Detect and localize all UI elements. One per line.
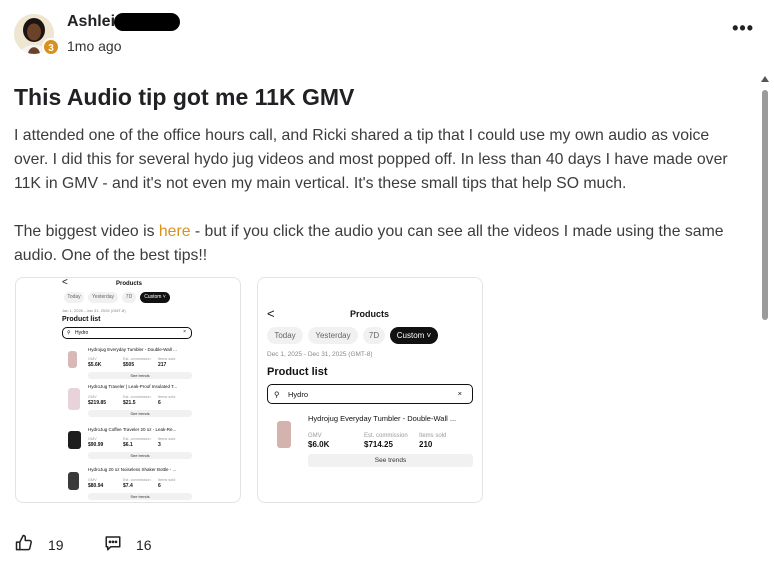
gmv-label: GMV (308, 433, 322, 439)
comment-button[interactable]: 16 (104, 534, 152, 556)
post-timestamp[interactable]: 1mo ago (67, 38, 121, 54)
product-name: HydroJug Coffee Traveler 20 oz - Leak-Re… (88, 427, 177, 432)
comment-count: 16 (136, 537, 152, 553)
clear-icon: × (183, 329, 186, 335)
gmv-label: GMV (88, 478, 97, 482)
see-trends-button: See trends (88, 452, 192, 459)
product-name: HydroJug 20 oz Noiseless Shaker Bottle -… (88, 467, 177, 472)
back-icon: < (267, 306, 275, 321)
attachment-image-1[interactable]: < Products Today Yesterday 7D Custom ˅ J… (15, 277, 241, 503)
commission-label: Est. commission (123, 437, 151, 441)
product-name: Hydrojug Everyday Tumbler - Double-Wall … (88, 347, 177, 352)
like-button[interactable]: 19 (14, 534, 64, 556)
chip-custom: Custom ˅ (390, 327, 438, 344)
gmv-value: $5.6K (88, 362, 102, 368)
commission-value: $7.4 (123, 483, 133, 489)
thumbs-up-icon (14, 533, 34, 558)
commission-value: $714.25 (364, 440, 393, 449)
product-image (68, 431, 81, 449)
see-trends-button: See trends (308, 454, 473, 467)
sold-label: Items sold (158, 357, 176, 361)
chip-7d: 7D (122, 292, 136, 303)
like-count: 19 (48, 537, 64, 553)
author-name[interactable]: Ashlei (67, 13, 115, 31)
sold-label: Items sold (158, 395, 176, 399)
redaction-bar (114, 13, 180, 31)
post-paragraph: I attended one of the office hours call,… (14, 127, 728, 192)
sold-label: Items sold (158, 437, 176, 441)
mock-search: ⚲ Hydro × (267, 384, 473, 404)
search-icon: ⚲ (274, 390, 280, 399)
sold-label: Items sold (419, 433, 447, 439)
sold-value: 210 (419, 440, 433, 449)
sold-value: 6 (158, 483, 161, 489)
product-image (277, 421, 291, 448)
post-paragraph: The biggest video is here - but if you c… (14, 220, 744, 268)
commission-label: Est. commission (123, 357, 151, 361)
commission-value: $505 (123, 362, 135, 368)
product-list-heading: Product list (62, 316, 101, 323)
gmv-value: $80.94 (88, 483, 104, 489)
sold-value: 6 (158, 400, 161, 406)
product-image (68, 351, 77, 368)
sold-value: 3 (158, 442, 161, 448)
chip-today: Today (64, 292, 84, 303)
mock-title: Products (116, 281, 143, 287)
commission-label: Est. commission (123, 395, 151, 399)
search-icon: ⚲ (67, 330, 71, 336)
product-name: HydroJug Traveler | Leak-Proof Insulated… (88, 384, 178, 389)
back-icon: < (62, 277, 68, 288)
commission-value: $6.1 (123, 442, 133, 448)
post-footer: 19 16 (14, 534, 314, 556)
commission-label: Est. commission (123, 478, 151, 482)
search-value: Hydro (288, 390, 309, 399)
clear-icon: × (457, 389, 462, 398)
comment-icon (104, 534, 122, 557)
product-list-heading: Product list (267, 366, 328, 378)
search-value: Hydro (75, 330, 89, 336)
scroll-up-icon[interactable] (761, 76, 769, 82)
level-badge: 3 (42, 38, 60, 56)
scrollbar-thumb[interactable] (762, 90, 768, 320)
mock-title: Products (350, 309, 390, 319)
post-header: 3 Ashlei 1mo ago ••• (14, 10, 754, 56)
gmv-label: GMV (88, 437, 97, 441)
see-trends-button: See trends (88, 493, 192, 500)
scrollbar[interactable] (759, 72, 771, 566)
gmv-value: $219.85 (88, 400, 107, 406)
attachment-image-2[interactable]: < Products Today Yesterday 7D Custom ˅ D… (257, 277, 483, 503)
date-range: Jan 1, 2026 - Jan 31, 2026 (GMT-8) (62, 308, 126, 313)
commission-value: $21.5 (123, 400, 136, 406)
commission-label: Est. commission (364, 433, 408, 439)
gmv-value: $90.99 (88, 442, 104, 448)
gmv-label: GMV (88, 395, 97, 399)
video-link[interactable]: here (159, 223, 191, 240)
see-trends-button: See trends (88, 372, 192, 379)
date-range: Dec 1, 2025 - Dec 31, 2025 (GMT-8) (267, 351, 373, 358)
product-image (68, 388, 80, 410)
chip-yesterday: Yesterday (88, 292, 118, 303)
chip-7d: 7D (363, 327, 385, 344)
sold-value: 217 (158, 362, 167, 368)
mock-search: ⚲ Hydro × (62, 327, 192, 339)
post-body: I attended one of the office hours call,… (14, 124, 744, 268)
gmv-value: $6.0K (308, 440, 330, 449)
paragraph-text: The biggest video is (14, 223, 159, 240)
see-trends-button: See trends (88, 410, 192, 417)
chip-custom: Custom ˅ (140, 292, 170, 303)
gmv-label: GMV (88, 357, 97, 361)
chip-today: Today (267, 327, 303, 344)
more-options-icon[interactable]: ••• (732, 18, 754, 39)
product-image (68, 472, 79, 490)
sold-label: Items sold (158, 478, 176, 482)
chip-yesterday: Yesterday (308, 327, 358, 344)
product-name: Hydrojug Everyday Tumbler - Double-Wall … (308, 414, 457, 423)
post-title: This Audio tip got me 11K GMV (14, 84, 355, 110)
